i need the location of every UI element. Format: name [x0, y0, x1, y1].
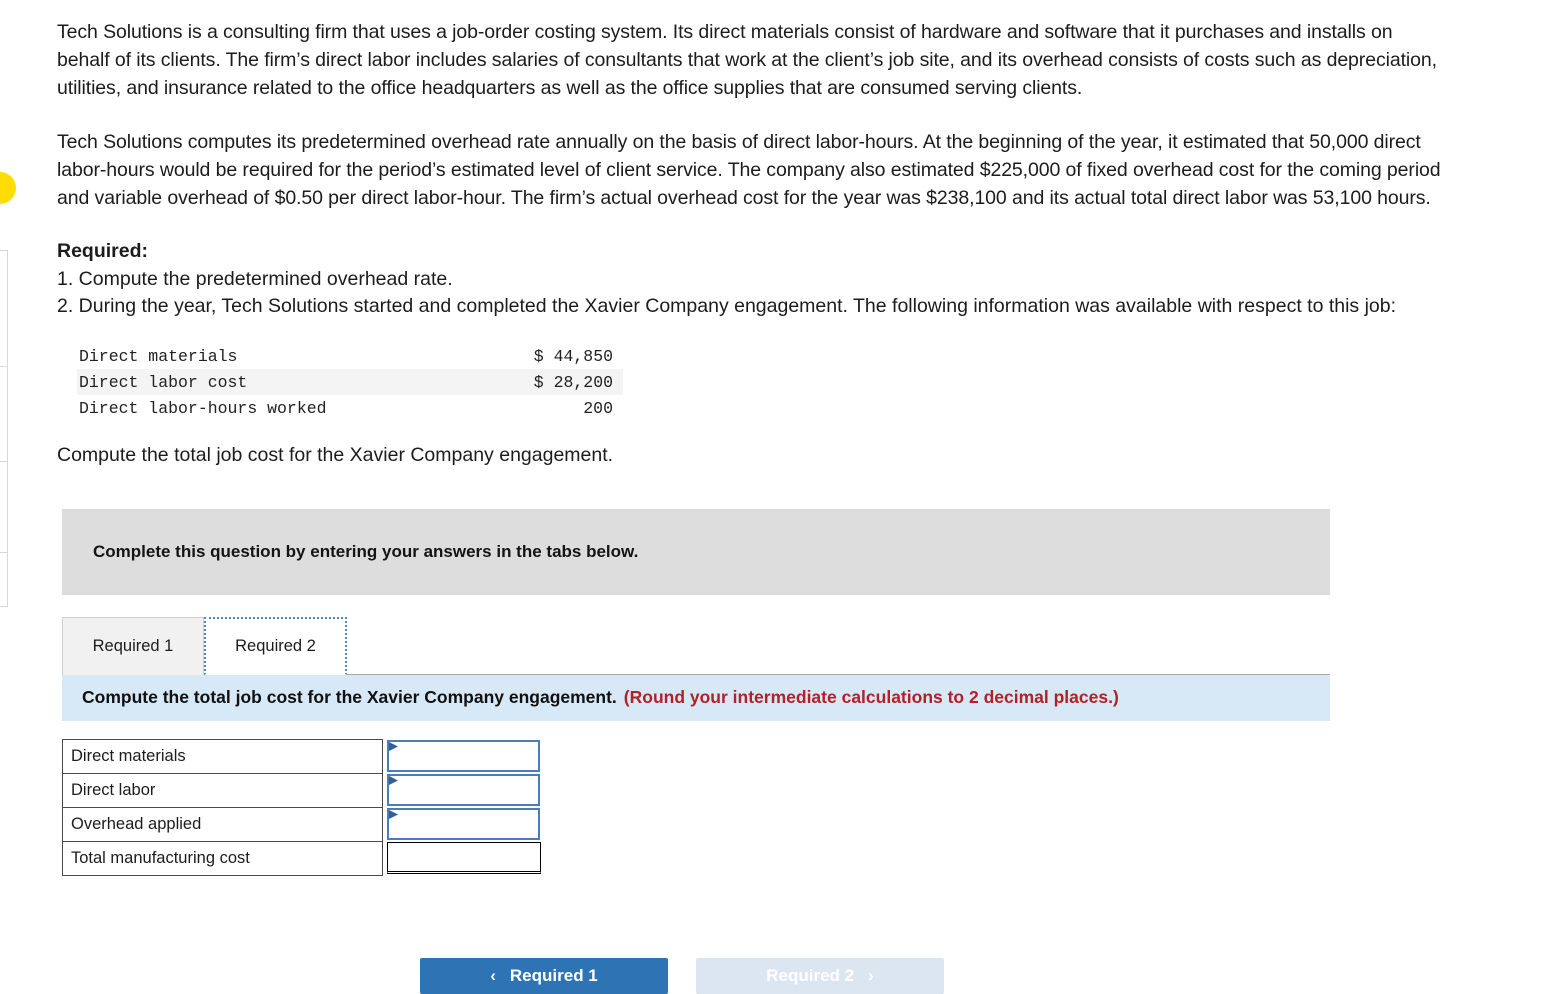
left-panel-stub [0, 250, 8, 367]
table-row: Overhead applied [62, 806, 541, 842]
required-heading: Required: [57, 240, 149, 262]
chevron-left-icon: ‹ [490, 966, 496, 985]
answer-row-field [383, 841, 541, 875]
table-row: Direct labor [62, 772, 541, 808]
question-content: Tech Solutions is a consulting firm that… [57, 18, 1457, 876]
complete-question-banner: Complete this question by entering your … [62, 508, 1330, 595]
job-fact-label: Direct labor-hours worked [79, 398, 327, 418]
highlight-dot [0, 172, 16, 204]
direct-labor-input[interactable] [389, 776, 538, 804]
job-fact-label: Direct materials [79, 346, 238, 366]
job-fact-value: $ 28,200 [533, 372, 613, 392]
requirement-1: 1. Compute the predetermined overhead ra… [57, 267, 453, 290]
left-panel-stub [0, 366, 8, 462]
total-manufacturing-cost-input[interactable] [388, 843, 540, 871]
prev-required-1-button[interactable]: ‹ Required 1 [420, 958, 668, 994]
tab-required-2-label: Required 2 [235, 636, 316, 655]
table-row: Total manufacturing cost [62, 840, 541, 876]
answer-row-label: Total manufacturing cost [62, 840, 383, 876]
left-panel-stubs [0, 250, 8, 607]
chevron-right-icon: › [868, 966, 874, 985]
table-row: Direct labor-hours worked 200 [77, 395, 623, 421]
answer-row-label: Direct labor [62, 772, 383, 808]
job-fact-value: $ 44,850 [533, 346, 613, 366]
direct-materials-cell[interactable] [387, 740, 540, 772]
answer-row-field [383, 773, 541, 807]
answer-table: Direct materials Direct labor Overhead a… [62, 738, 541, 876]
complete-question-text: Complete this question by entering your … [93, 541, 639, 561]
tab-required-1[interactable]: Required 1 [62, 616, 204, 675]
answer-row-label: Overhead applied [62, 806, 383, 842]
instruction-rounding-note: (Round your intermediate calculations to… [623, 687, 1119, 707]
problem-paragraph-2: Tech Solutions computes its predetermine… [57, 131, 1441, 209]
answer-row-field [383, 739, 541, 773]
answer-row-field [383, 807, 541, 841]
table-row: Direct materials $ 44,850 [77, 343, 623, 369]
job-fact-value: 200 [583, 398, 613, 418]
overhead-applied-cell[interactable] [387, 808, 540, 840]
table-row: Direct materials [62, 738, 541, 774]
tab-required-2[interactable]: Required 2 [204, 616, 347, 675]
direct-labor-cell[interactable] [387, 774, 540, 806]
answer-row-label: Direct materials [62, 738, 383, 774]
instruction-main-text: Compute the total job cost for the Xavie… [82, 687, 617, 707]
overhead-applied-input[interactable] [389, 810, 538, 838]
problem-paragraph-1: Tech Solutions is a consulting firm that… [57, 21, 1437, 99]
table-row: Direct labor cost $ 28,200 [77, 368, 623, 395]
lead-line: Compute the total job cost for the Xavie… [57, 443, 614, 466]
job-facts-table: Direct materials $ 44,850 Direct labor c… [77, 343, 623, 421]
left-panel-stub [0, 552, 8, 607]
requirement-2: 2. During the year, Tech Solutions start… [57, 295, 1397, 317]
required-block: Required: 1. Compute the predetermined o… [57, 238, 1427, 321]
next-required-2-button[interactable]: Required 2 › [696, 958, 944, 994]
next-button-label: Required 2 [766, 966, 855, 985]
prev-button-label: Required 1 [509, 966, 598, 985]
tab-strip: Required 1 Required 2 [62, 616, 1330, 675]
nav-buttons: ‹ Required 1 Required 2 › [420, 958, 944, 994]
direct-materials-input[interactable] [389, 742, 538, 770]
job-fact-label: Direct labor cost [79, 372, 248, 392]
tab-required-1-label: Required 1 [92, 636, 174, 655]
total-manufacturing-cost-cell[interactable] [387, 842, 541, 874]
left-panel-stub [0, 461, 8, 553]
instruction-bar: Compute the total job cost for the Xavie… [62, 674, 1330, 721]
